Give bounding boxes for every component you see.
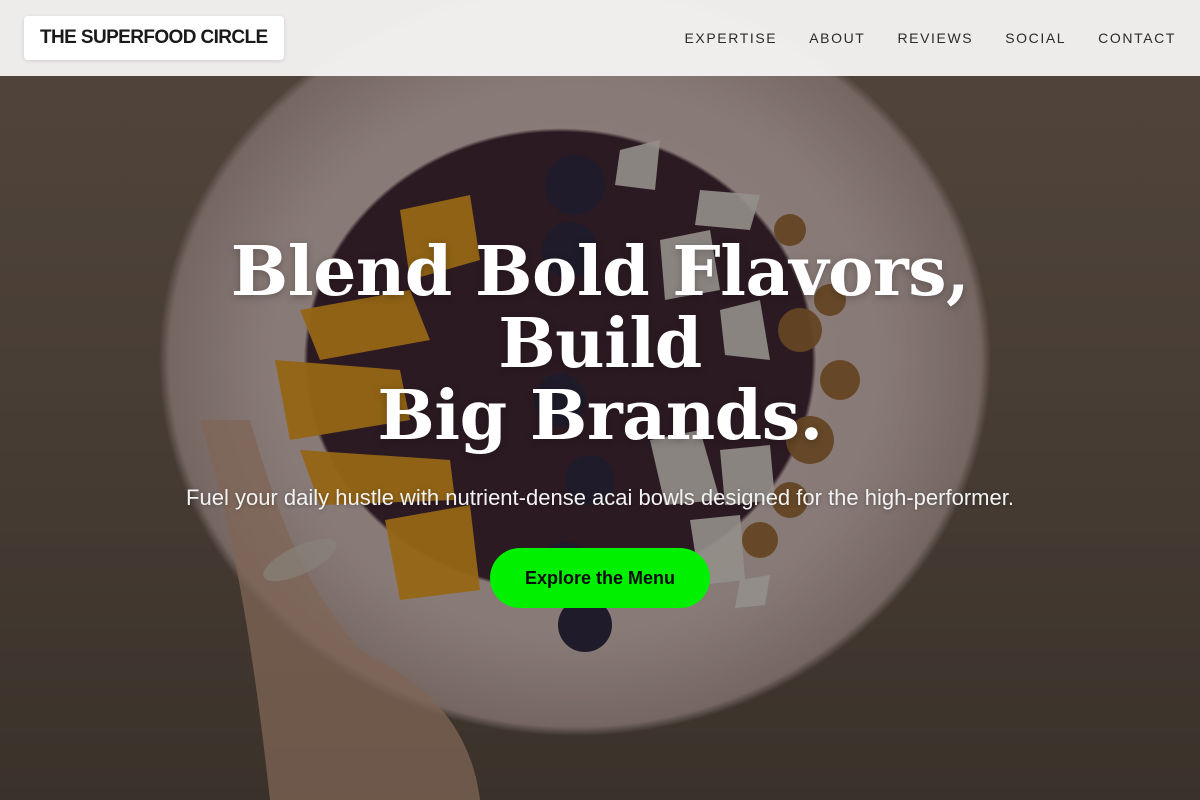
hero-title: Blend Bold Flavors, Build Big Brands. [160, 236, 1040, 452]
main-nav: EXPERTISE ABOUT REVIEWS SOCIAL CONTACT [684, 0, 1176, 76]
top-navbar: THE SUPERFOOD CIRCLE EXPERTISE ABOUT REV… [0, 0, 1200, 76]
nav-link-about[interactable]: ABOUT [809, 30, 865, 46]
hero-title-line-1: Blend Bold Flavors, Build [230, 232, 970, 384]
explore-menu-button[interactable]: Explore the Menu [490, 548, 710, 608]
hero-subtitle: Fuel your daily hustle with nutrient-den… [186, 485, 1014, 510]
nav-link-reviews[interactable]: REVIEWS [897, 30, 973, 46]
page: THE SUPERFOOD CIRCLE EXPERTISE ABOUT REV… [0, 0, 1200, 800]
brand-logo[interactable]: THE SUPERFOOD CIRCLE [24, 16, 284, 60]
hero-section: Blend Bold Flavors, Build Big Brands. Fu… [160, 236, 1040, 608]
nav-link-contact[interactable]: CONTACT [1098, 30, 1176, 46]
nav-link-social[interactable]: SOCIAL [1005, 30, 1066, 46]
nav-link-expertise[interactable]: EXPERTISE [684, 30, 777, 46]
hero-title-line-2: Big Brands. [377, 376, 823, 456]
